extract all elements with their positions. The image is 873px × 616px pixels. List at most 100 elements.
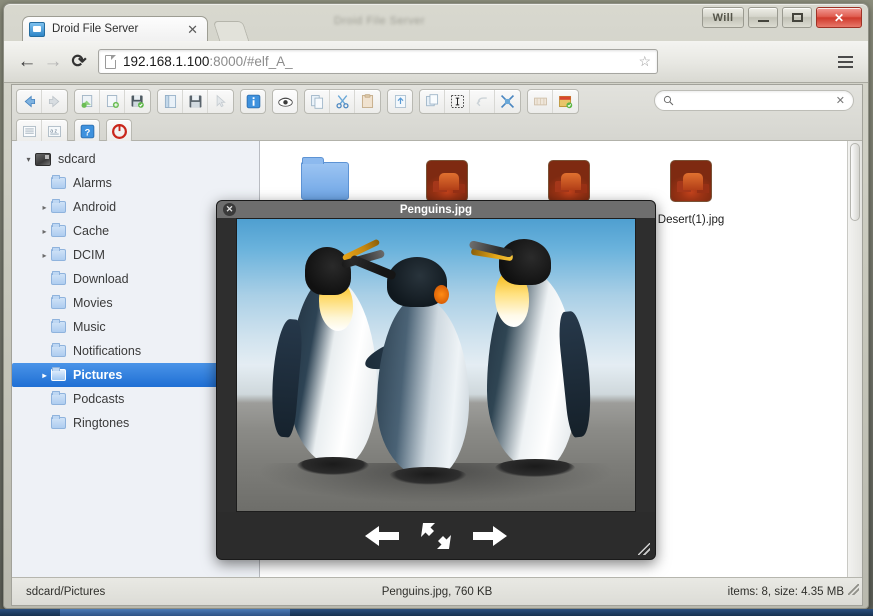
reload-button[interactable]: ⟳ — [66, 49, 92, 75]
toolbar-group-open — [157, 88, 234, 114]
clear-search-icon[interactable]: ✕ — [836, 94, 845, 107]
penguin-2-ear-patch — [434, 285, 449, 304]
browser-window: Droid File Server Will ✕ Droid File Serv… — [3, 3, 869, 609]
address-bar[interactable]: 192.168.1.100:8000/#elf_A_ ☆ — [98, 49, 658, 74]
sidebar-item-alarms[interactable]: Alarms — [12, 171, 259, 195]
search-box[interactable]: ✕ — [654, 90, 854, 111]
image-thumbnail — [670, 160, 712, 202]
upload-icon[interactable] — [387, 88, 413, 114]
sidebar-item-label: Alarms — [73, 176, 112, 190]
new-tab-button[interactable] — [212, 21, 250, 41]
search-icon — [663, 95, 674, 106]
list-view-icon[interactable] — [17, 119, 42, 143]
duplicate-icon[interactable] — [420, 89, 445, 113]
vertical-scrollbar[interactable] — [847, 141, 862, 577]
lightbox-close-icon[interactable]: ✕ — [223, 203, 236, 216]
penguin-3-head — [499, 239, 551, 285]
previous-image-icon[interactable] — [363, 523, 401, 549]
menu-line-3 — [837, 65, 853, 68]
folder-icon — [51, 223, 66, 237]
fullscreen-icon[interactable] — [419, 521, 453, 551]
sort-az-icon[interactable]: az — [42, 120, 67, 143]
search-input[interactable] — [679, 93, 832, 108]
new-file-icon[interactable] — [100, 89, 125, 113]
twisty-icon[interactable]: ▸ — [38, 251, 51, 260]
compress-icon[interactable] — [528, 89, 553, 113]
toolbar-group-edit — [419, 88, 521, 114]
new-folder-icon[interactable] — [75, 89, 100, 113]
resize-grip-icon[interactable] — [848, 583, 859, 595]
penguin-1-feet — [297, 457, 369, 475]
scissors-icon[interactable] — [330, 89, 355, 113]
status-selection: Penguins.jpg, 760 KB — [381, 585, 493, 598]
sidebar-item-label: Cache — [73, 224, 110, 238]
sidebar-item-label: DCIM — [73, 248, 105, 262]
lightbox-title: Penguins.jpg — [399, 203, 473, 216]
eye-icon[interactable] — [272, 88, 298, 114]
sidebar-item-label: Movies — [73, 296, 113, 310]
tab-close-icon[interactable]: ✕ — [184, 23, 201, 36]
taskbar-window-button[interactable] — [60, 609, 290, 616]
twisty-icon[interactable]: ▸ — [38, 227, 51, 236]
scrollbar-thumb[interactable] — [850, 143, 860, 221]
back-icon[interactable] — [17, 89, 42, 113]
save-green-icon[interactable] — [125, 90, 150, 113]
tab-title: Droid File Server — [52, 23, 139, 35]
lightbox-resize-grip-icon[interactable] — [638, 543, 650, 555]
folder-icon — [51, 271, 66, 285]
help-icon[interactable]: ? — [74, 118, 100, 144]
extract-icon[interactable] — [553, 90, 578, 113]
back-button[interactable]: ← — [14, 49, 40, 75]
bookmark-star-icon[interactable]: ☆ — [638, 53, 651, 70]
svg-text:z: z — [55, 128, 58, 134]
page-icon — [105, 54, 116, 69]
twisty-icon[interactable]: ▾ — [22, 155, 35, 164]
status-summary: items: 8, size: 4.35 MB — [556, 583, 862, 598]
folder-icon — [51, 319, 66, 333]
svg-text:a: a — [50, 128, 53, 134]
url-path: :8000/#elf_A_ — [209, 54, 293, 69]
twisty-icon[interactable]: ▸ — [38, 203, 51, 212]
address-bar-url: 192.168.1.100:8000/#elf_A_ — [123, 54, 293, 69]
floppy-save-icon[interactable] — [183, 89, 208, 113]
paste-icon[interactable] — [355, 90, 380, 113]
status-bar: sdcard/Pictures Penguins.jpg, 760 KB ite… — [12, 577, 862, 605]
sidebar-item-sdcard[interactable]: ▾ sdcard — [12, 147, 259, 171]
pointer-icon[interactable] — [208, 90, 233, 113]
image-lightbox[interactable]: ✕ Penguins.jpg — [216, 200, 656, 560]
file-name: Desert(1).jpg — [657, 214, 725, 226]
sidebar-item-label: sdcard — [58, 152, 96, 166]
folder-icon — [51, 199, 66, 213]
toolbar-group-view: az — [16, 118, 68, 144]
image-thumbnail — [426, 160, 468, 202]
copy-icon[interactable] — [305, 89, 330, 113]
folder-icon — [51, 391, 66, 405]
sidebar-item-label: Music — [73, 320, 106, 334]
forward-icon[interactable] — [42, 90, 67, 113]
penguin-3-feet — [495, 459, 575, 477]
next-image-icon[interactable] — [471, 523, 509, 549]
folder-icon — [51, 295, 66, 309]
power-icon[interactable] — [106, 118, 132, 144]
select-all-icon[interactable] — [495, 90, 520, 113]
file-manager-app: az ? ✕ ▾ sdcard Alarms ▸ Android ▸ Cache… — [11, 84, 863, 606]
tab-droid-file-server[interactable]: Droid File Server ✕ — [22, 16, 208, 41]
open-book-icon[interactable] — [158, 89, 183, 113]
info-icon[interactable] — [240, 88, 266, 114]
folder-icon — [51, 415, 66, 429]
browser-menu-button[interactable] — [832, 49, 858, 75]
undo-icon[interactable] — [470, 89, 495, 113]
folder-icon — [301, 157, 349, 200]
image-thumbnail — [548, 160, 590, 202]
url-host: 192.168.1.100 — [123, 54, 210, 69]
folder-icon — [51, 247, 66, 261]
sidebar-item-label: Notifications — [73, 344, 142, 358]
sidebar-item-pictures[interactable]: ▸ Pictures — [12, 363, 249, 387]
text-cursor-icon[interactable] — [445, 89, 470, 113]
twisty-icon[interactable]: ▸ — [38, 371, 51, 380]
tab-strip: Droid File Server ✕ — [4, 16, 868, 41]
forward-button[interactable]: → — [40, 49, 66, 75]
menu-line-1 — [837, 55, 853, 58]
lightbox-controls — [217, 512, 655, 559]
toolbar-group-clipboard — [304, 88, 381, 114]
